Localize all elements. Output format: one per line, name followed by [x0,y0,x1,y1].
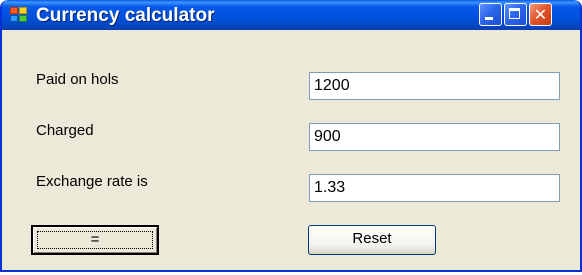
reset-button-label: Reset [352,230,392,247]
calculate-button[interactable]: = [31,225,159,255]
charged-label: Charged [36,122,94,139]
minimize-icon [485,17,493,20]
maximize-icon [509,8,520,19]
paid-on-hols-label: Paid on hols [36,71,119,88]
currency-calculator-window: Currency calculator ✕ Paid on hols 1200 … [0,0,582,272]
focus-ring [37,231,153,249]
close-button[interactable]: ✕ [529,3,552,26]
reset-button[interactable]: Reset [308,225,436,255]
title-bar[interactable]: Currency calculator ✕ [2,0,580,30]
app-grid-icon [10,7,28,23]
exchange-rate-field[interactable]: 1.33 [309,174,560,202]
paid-on-hols-field[interactable]: 1200 [309,72,560,100]
exchange-rate-label: Exchange rate is [36,173,148,190]
minimize-button[interactable] [479,3,502,26]
window-title: Currency calculator [36,5,215,26]
maximize-button[interactable] [504,3,527,26]
close-icon: ✕ [533,5,548,24]
charged-field[interactable]: 900 [309,123,560,151]
